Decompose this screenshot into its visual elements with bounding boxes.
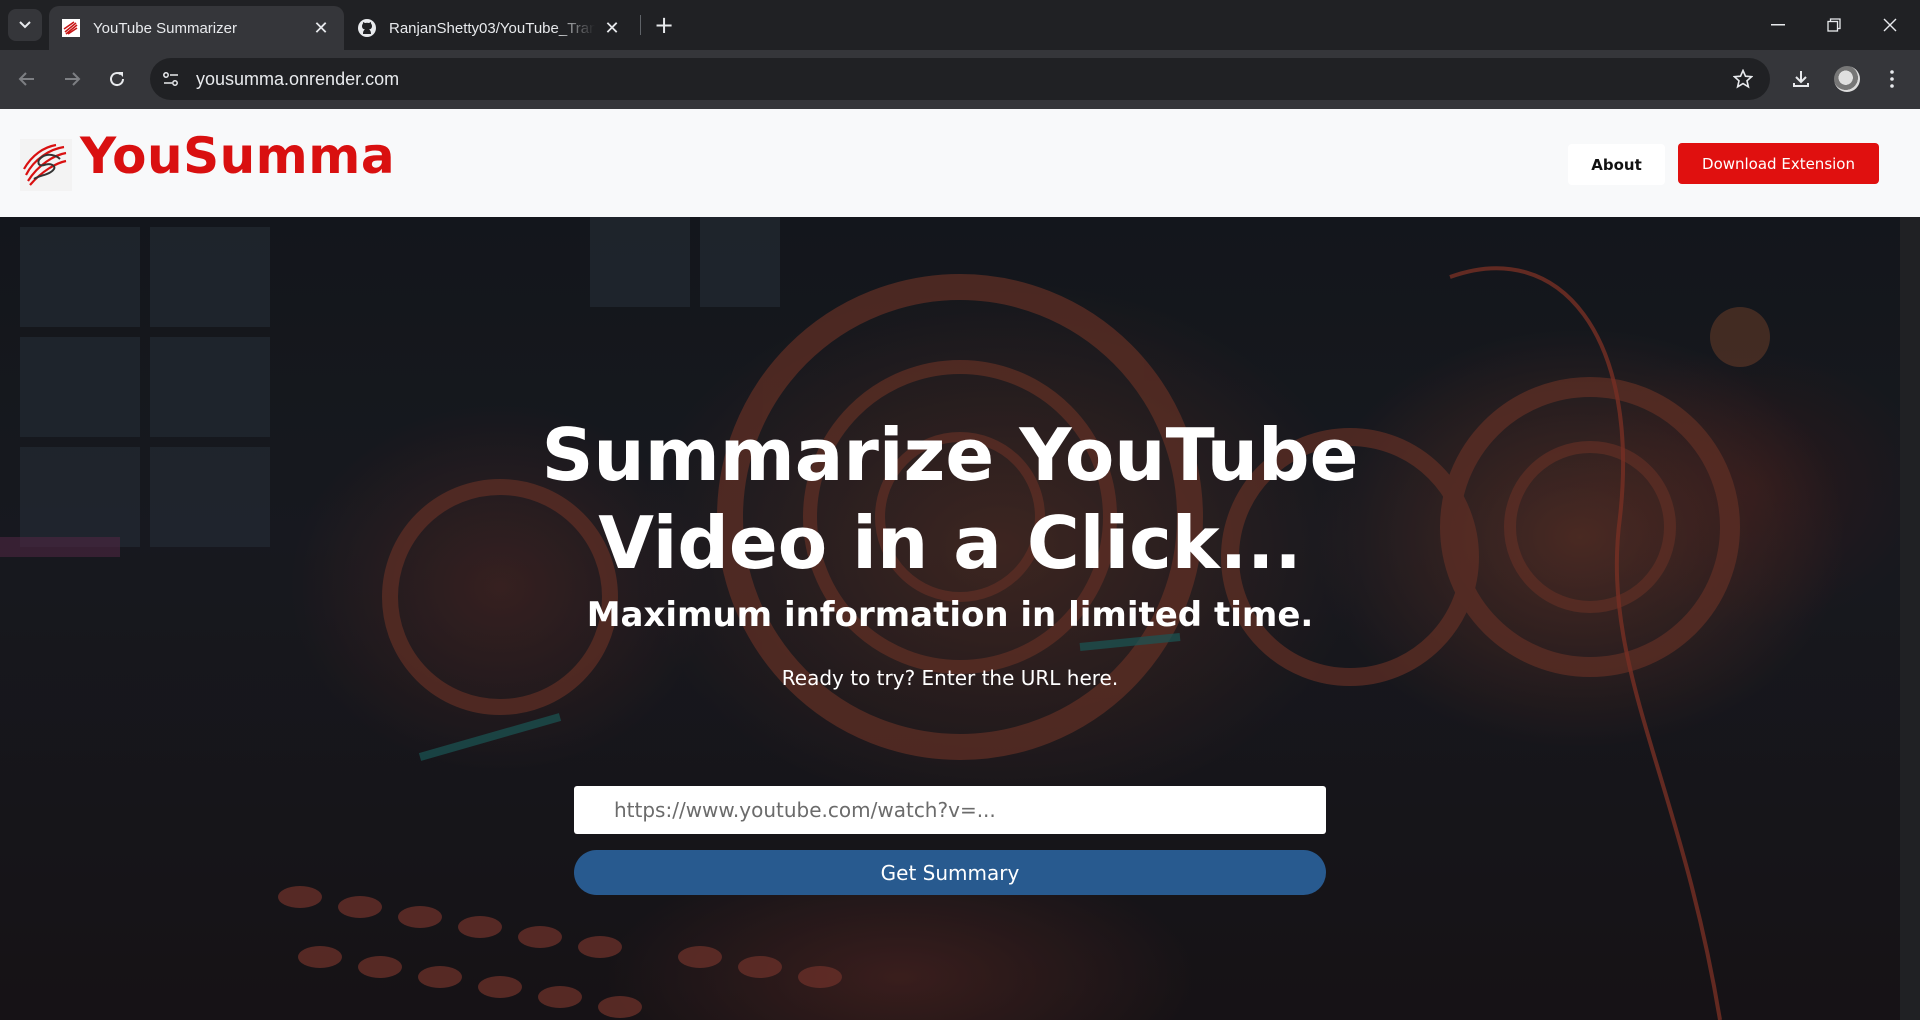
back-arrow-icon[interactable] <box>10 62 44 96</box>
bookmark-star-icon[interactable] <box>1730 66 1756 92</box>
close-tab-icon[interactable]: ✕ <box>310 17 332 39</box>
site-header: YouSumma About Download Extension <box>0 109 1920 217</box>
page-scroll-gutter <box>1900 217 1920 1020</box>
address-url[interactable]: yousumma.onrender.com <box>196 69 399 90</box>
brand-name[interactable]: YouSumma <box>80 127 395 185</box>
tab-title: RanjanShetty03/YouTube_Transcript <box>389 19 595 37</box>
downloads-icon[interactable] <box>1784 62 1818 96</box>
hero-prompt: Ready to try? Enter the URL here. <box>781 666 1119 690</box>
browser-tab-strip: YouTube Summarizer ✕ RanjanShetty03/YouT… <box>0 0 1920 50</box>
tab-divider <box>640 15 641 35</box>
github-icon <box>357 18 377 38</box>
about-button[interactable]: About <box>1568 144 1665 185</box>
close-window-icon[interactable] <box>1862 0 1918 50</box>
browser-menu-icon[interactable] <box>1875 62 1909 96</box>
reload-icon[interactable] <box>100 62 134 96</box>
hero-subtitle: Maximum information in limited time. <box>586 595 1314 635</box>
address-bar[interactable]: yousumma.onrender.com <box>150 58 1770 100</box>
tab-github-repo[interactable]: RanjanShetty03/YouTube_Transcript ✕ <box>345 6 635 50</box>
minimize-icon[interactable] <box>1750 0 1806 50</box>
browser-toolbar: yousumma.onrender.com <box>0 50 1920 109</box>
youtube-url-input[interactable] <box>574 786 1326 834</box>
site-info-icon[interactable] <box>154 62 188 96</box>
yousumma-favicon-icon <box>61 18 81 38</box>
hero-section: Summarize YouTube Video in a Click... Ma… <box>0 217 1900 1020</box>
web-page: YouSumma About Download Extension Summar… <box>0 109 1920 1020</box>
tab-title: YouTube Summarizer <box>93 19 237 37</box>
tab-youtube-summarizer[interactable]: YouTube Summarizer ✕ <box>49 6 344 50</box>
yousumma-logo-icon[interactable] <box>20 139 72 191</box>
chevron-down-icon <box>19 21 31 29</box>
new-tab-plus-icon[interactable]: + <box>650 11 678 39</box>
profile-avatar-icon[interactable] <box>1830 62 1864 96</box>
get-summary-button[interactable]: Get Summary <box>574 850 1326 895</box>
hero-title: Summarize YouTube Video in a Click... <box>541 413 1359 585</box>
download-extension-button[interactable]: Download Extension <box>1678 143 1879 184</box>
forward-arrow-icon[interactable] <box>55 62 89 96</box>
close-tab-icon[interactable]: ✕ <box>601 17 623 39</box>
restore-icon[interactable] <box>1806 0 1862 50</box>
tab-search-button[interactable] <box>8 9 42 41</box>
